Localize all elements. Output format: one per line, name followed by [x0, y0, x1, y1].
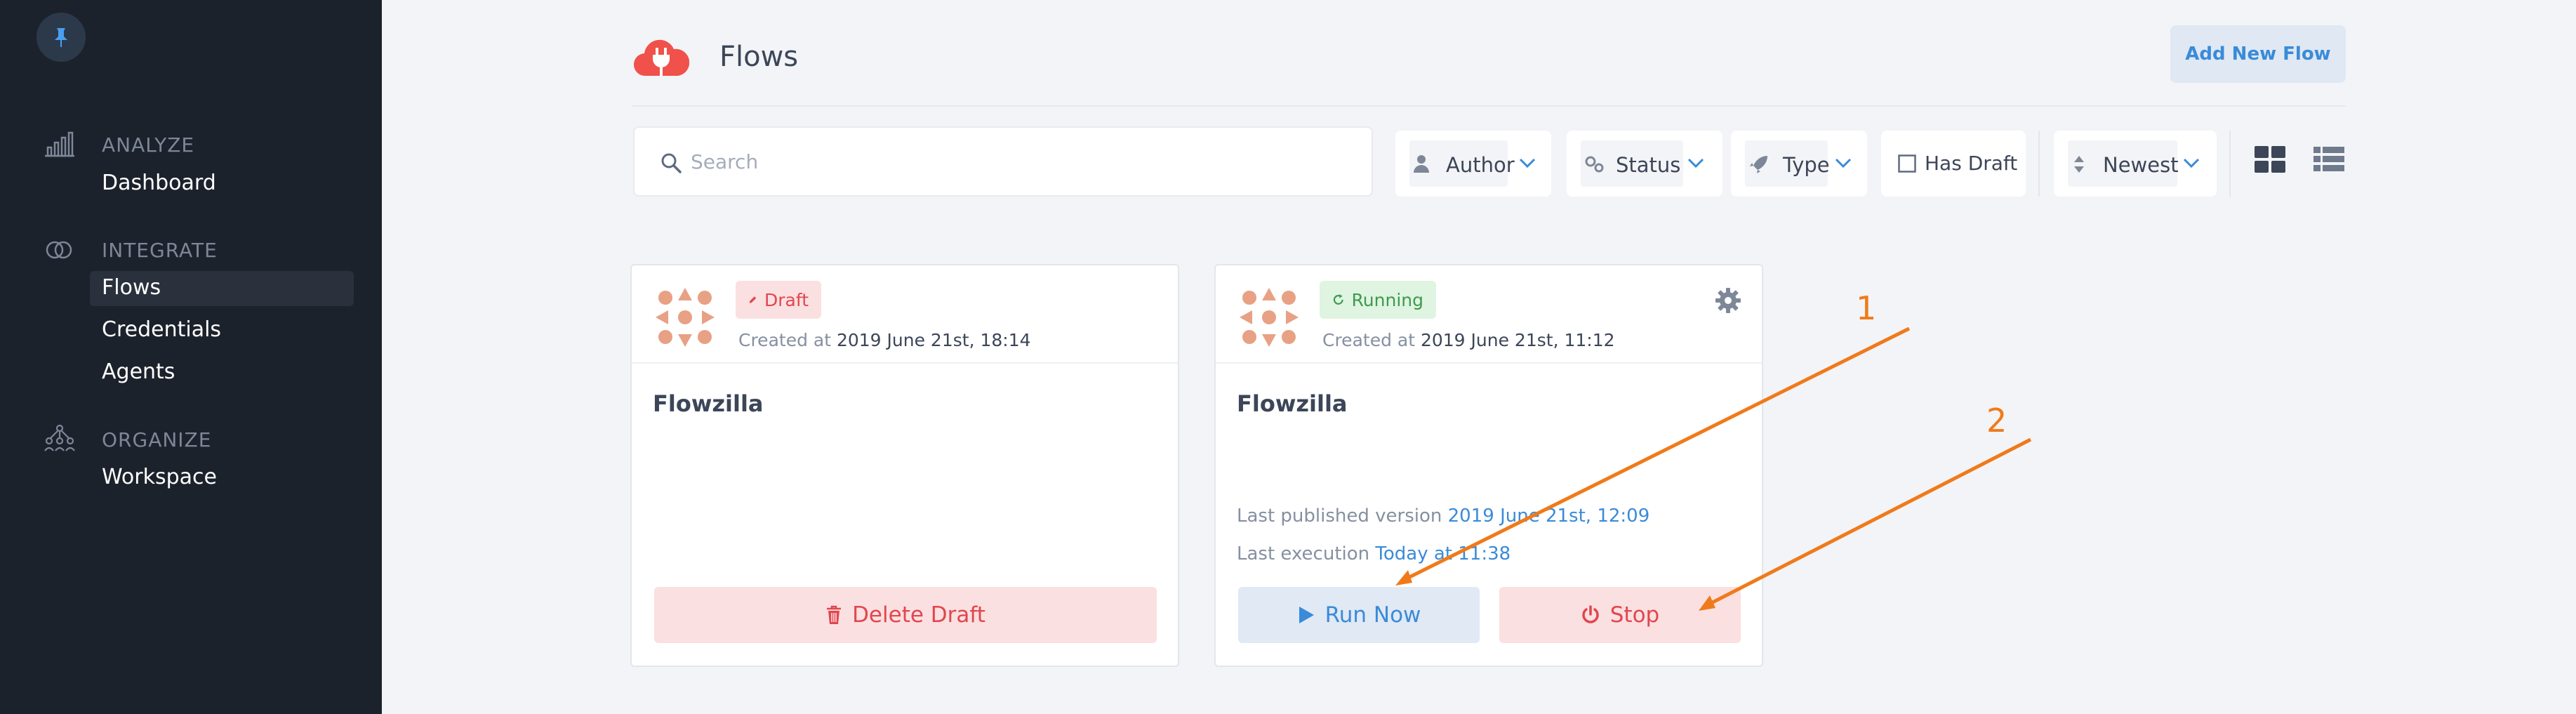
last-published-link[interactable]: 2019 June 21st, 12:09: [1448, 505, 1650, 527]
power-icon: [1582, 605, 1599, 623]
run-now-button[interactable]: Run Now: [1238, 587, 1480, 643]
created-at: Created at 2019 June 21st, 11:12: [1322, 330, 1615, 350]
chevron-down-icon: [1519, 158, 1536, 168]
delete-draft-label: Delete Draft: [852, 602, 985, 628]
page-title: Flows: [719, 41, 799, 73]
delete-draft-button[interactable]: Delete Draft: [654, 587, 1157, 643]
last-published: Last published version 2019 June 21st, 1…: [1237, 505, 1649, 527]
pencil-icon: [749, 296, 757, 303]
sort-select[interactable]: Newest: [2054, 131, 2217, 197]
card-divider: [632, 362, 1178, 364]
stop-button[interactable]: Stop: [1499, 587, 1741, 643]
status-filter-label: Status: [1616, 153, 1681, 177]
status-filter[interactable]: Status: [1567, 131, 1722, 197]
list-view-icon[interactable]: [2312, 145, 2346, 174]
status-badge: Running: [1320, 281, 1436, 319]
created-at-value: 2019 June 21st, 11:12: [1420, 330, 1615, 350]
refresh-icon: [1333, 293, 1343, 305]
pin-button[interactable]: [36, 13, 86, 62]
sidebar-item-credentials[interactable]: Credentials: [102, 317, 221, 342]
avatar: [1240, 288, 1299, 347]
sort-icon: [2074, 156, 2084, 173]
sidebar-heading-organize: ORGANIZE: [102, 428, 212, 451]
sidebar-item-dashboard[interactable]: Dashboard: [102, 171, 216, 195]
integrate-icon: [46, 241, 72, 259]
type-filter[interactable]: Type: [1731, 131, 1867, 197]
flow-title[interactable]: Flowzilla: [653, 390, 764, 417]
pin-icon: [55, 28, 67, 47]
sidebar: ANALYZE Dashboard INTEGRATE Flows Creden…: [0, 0, 382, 714]
sidebar-item-workspace[interactable]: Workspace: [102, 465, 217, 489]
created-at: Created at 2019 June 21st, 18:14: [738, 330, 1031, 350]
last-execution-label: Last execution: [1237, 543, 1370, 564]
sort-label: Newest: [2103, 153, 2179, 177]
last-execution-link[interactable]: Today at 11:38: [1375, 543, 1511, 564]
flow-card-draft: Draft Created at 2019 June 21st, 18:14 F…: [630, 264, 1179, 667]
add-new-flow-button[interactable]: Add New Flow: [2170, 25, 2346, 83]
author-filter-label: Author: [1446, 153, 1515, 177]
status-badge-label: Running: [1351, 289, 1423, 310]
status-badge-label: Draft: [764, 289, 809, 310]
user-icon: [1414, 155, 1429, 173]
stop-label: Stop: [1609, 602, 1660, 628]
search-icon: [661, 153, 682, 173]
has-draft-label: Has Draft: [1925, 152, 2018, 175]
rocket-icon: [1750, 156, 1767, 173]
sidebar-item-flows[interactable]: Flows: [102, 275, 161, 300]
has-draft-filter[interactable]: Has Draft: [1881, 131, 2026, 197]
sidebar-heading-analyze: ANALYZE: [102, 133, 195, 157]
organize-icon: [44, 424, 75, 451]
annotation-number-2: 2: [1986, 402, 2007, 439]
avatar: [656, 288, 715, 347]
flow-card-running: Running Created at 2019 June 21st, 11:12…: [1214, 264, 1763, 667]
header-divider: [632, 105, 2346, 107]
run-now-label: Run Now: [1324, 602, 1421, 628]
created-at-value: 2019 June 21st, 18:14: [836, 330, 1031, 350]
gear-icon[interactable]: [1714, 286, 1742, 315]
grid-view-icon[interactable]: [2253, 145, 2287, 174]
analytics-icon: [45, 131, 74, 157]
view-divider: [2229, 131, 2231, 197]
card-divider: [1216, 362, 1762, 364]
trash-icon: [827, 605, 842, 624]
filter-divider: [2038, 131, 2040, 197]
status-badge: Draft: [736, 281, 821, 319]
sidebar-item-agents[interactable]: Agents: [102, 359, 175, 384]
play-icon: [1299, 607, 1314, 623]
flow-title[interactable]: Flowzilla: [1237, 390, 1348, 417]
author-filter[interactable]: Author: [1395, 131, 1551, 197]
chevron-down-icon: [1687, 158, 1704, 168]
last-execution: Last execution Today at 11:38: [1237, 543, 1511, 564]
search-input[interactable]: Search: [633, 126, 1373, 197]
search-placeholder: Search: [691, 150, 759, 173]
gears-icon: [1585, 156, 1604, 173]
last-published-label: Last published version: [1237, 505, 1442, 527]
chevron-down-icon: [1835, 158, 1852, 168]
created-at-label: Created at: [1322, 330, 1416, 350]
flows-logo-icon: [634, 39, 689, 77]
chevron-down-icon: [2183, 158, 2200, 168]
sidebar-heading-integrate: INTEGRATE: [102, 239, 218, 262]
checkbox[interactable]: [1898, 154, 1916, 173]
annotation-number-1: 1: [1856, 289, 1877, 327]
created-at-label: Created at: [738, 330, 832, 350]
type-filter-label: Type: [1783, 153, 1830, 177]
